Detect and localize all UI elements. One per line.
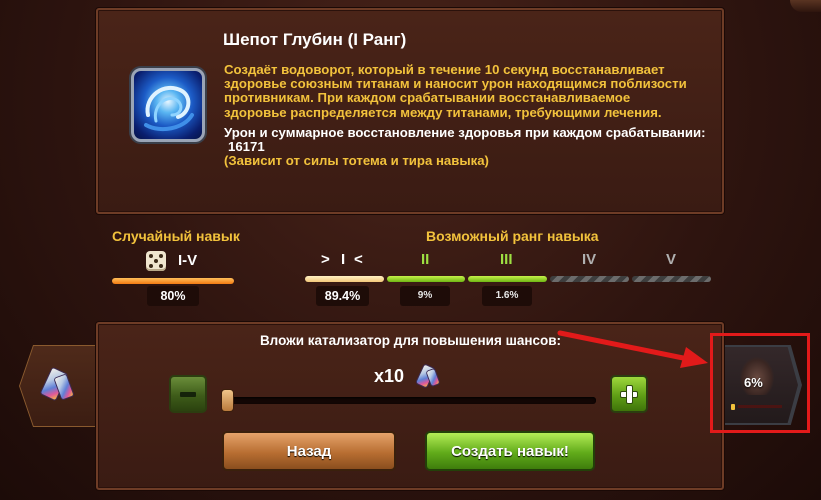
annotation-highlight-box [710, 333, 810, 433]
annotation-arrow [557, 330, 708, 368]
